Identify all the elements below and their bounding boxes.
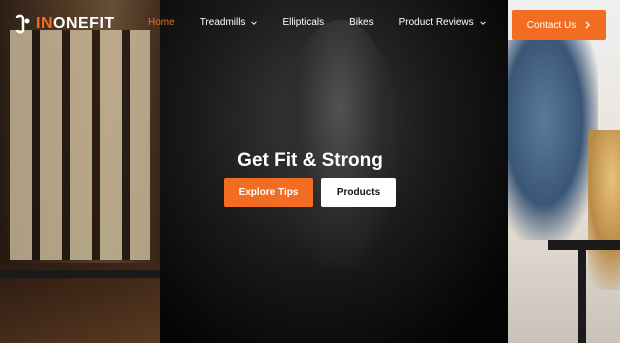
- contact-us-button[interactable]: Contact Us: [512, 10, 606, 40]
- nav-item-label: Product Reviews: [398, 17, 474, 28]
- contact-us-label: Contact Us: [526, 19, 577, 31]
- products-button[interactable]: Products: [321, 178, 396, 207]
- nav-item-label: Ellipticals: [282, 17, 325, 28]
- athlete-silhouette: [280, 20, 400, 270]
- nav-item-label: Bikes: [349, 17, 374, 28]
- chevron-down-icon: [251, 20, 258, 25]
- nav-item-bikes[interactable]: Bikes: [349, 17, 373, 28]
- site-logo[interactable]: INONEFIT: [14, 12, 115, 36]
- nav-item-product-reviews[interactable]: Product Reviews: [399, 17, 486, 28]
- hero-headline: Get Fit & Strong: [237, 150, 383, 171]
- treadmill-rail-decor: [0, 270, 160, 278]
- bike-handlebar-decor: [548, 240, 620, 250]
- explore-tips-button[interactable]: Explore Tips: [224, 178, 313, 207]
- gym-window-decor: [10, 30, 150, 260]
- cyclist-figure-2: [588, 130, 620, 290]
- hero-image-left: [0, 0, 160, 343]
- nav-item-label: Home: [148, 17, 175, 28]
- nav-item-home[interactable]: Home: [148, 17, 175, 28]
- hero-image-right: [508, 0, 620, 343]
- cyclist-figure: [508, 40, 598, 240]
- chevron-down-icon: [479, 20, 486, 25]
- nav-item-ellipticals[interactable]: Ellipticals: [282, 17, 324, 28]
- bike-post-decor: [578, 250, 586, 343]
- dumbbell-icon: [14, 14, 32, 34]
- logo-text: INONEFIT: [36, 15, 115, 32]
- main-nav: Home Treadmills Ellipticals Bikes Produc…: [148, 17, 511, 28]
- nav-item-treadmills[interactable]: Treadmills: [200, 17, 258, 28]
- chevron-right-icon: [585, 21, 591, 29]
- hero-cta-group: Explore Tips Products: [224, 178, 396, 207]
- nav-item-label: Treadmills: [199, 17, 246, 28]
